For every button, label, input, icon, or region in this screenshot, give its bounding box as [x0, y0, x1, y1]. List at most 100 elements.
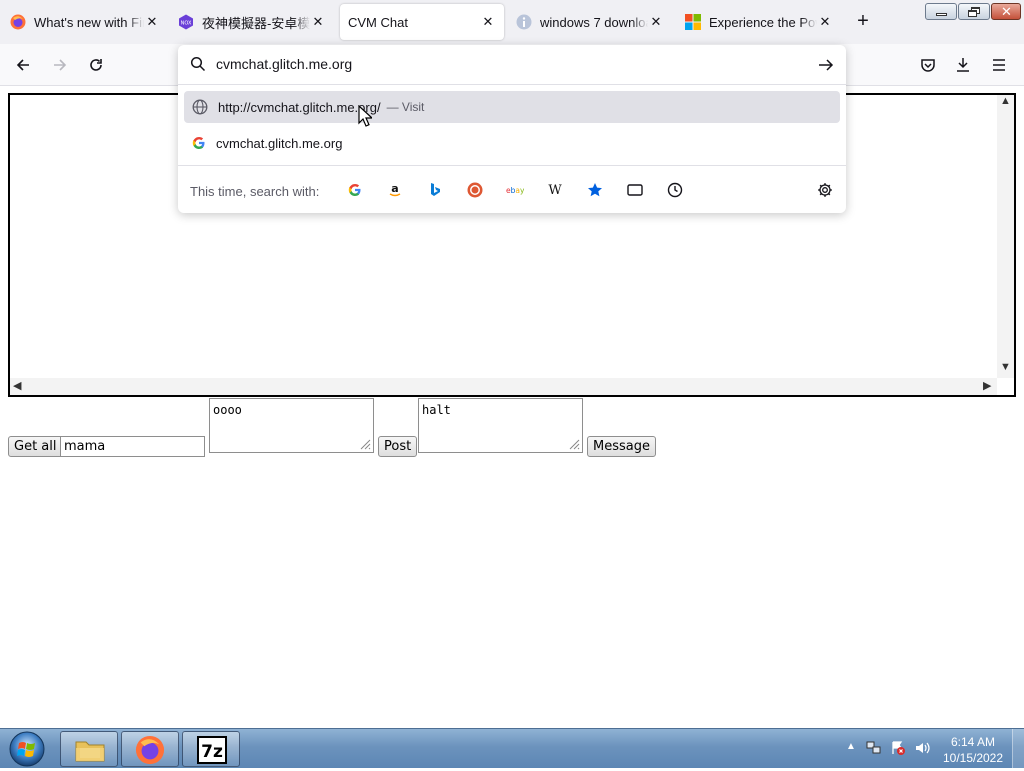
tab-title: CVM Chat	[348, 14, 408, 30]
message-button[interactable]: Message	[587, 436, 656, 457]
star-icon	[588, 183, 602, 197]
post-text: oooo	[213, 403, 242, 417]
tab-cvm-chat[interactable]: CVM Chat ✕	[340, 4, 504, 40]
post-button[interactable]: Post	[378, 436, 418, 457]
search-with-label: This time, search with:	[190, 184, 320, 199]
url-input[interactable]: cvmchat.glitch.me.org	[216, 56, 352, 72]
wikipedia-icon: W	[548, 183, 562, 198]
engine-amazon[interactable]: a	[386, 181, 404, 199]
duckduckgo-icon	[467, 182, 483, 198]
close-icon[interactable]: ✕	[648, 14, 664, 30]
folder-icon	[75, 741, 105, 762]
svg-text:ebay: ebay	[506, 186, 524, 195]
engine-bing[interactable]	[426, 181, 444, 199]
engine-tabs[interactable]	[626, 181, 644, 199]
suggestion-search[interactable]: cvmchat.glitch.me.org	[184, 127, 840, 159]
network-icon[interactable]	[866, 740, 882, 756]
pocket-icon	[921, 59, 935, 72]
taskbar-7zip[interactable]: 7z	[182, 731, 240, 767]
tab-microsoft[interactable]: Experience the Power ✕	[677, 4, 841, 40]
show-hidden-icons-icon[interactable]: ▲	[846, 741, 856, 752]
7zip-icon: 7z	[197, 736, 227, 764]
close-icon[interactable]: ✕	[480, 14, 496, 30]
menu-button[interactable]	[986, 52, 1012, 78]
clock-date: 10/15/2022	[942, 751, 1004, 765]
pocket-button[interactable]	[915, 52, 941, 78]
name-input[interactable]	[60, 436, 205, 457]
nox-icon: NOX	[179, 14, 193, 30]
get-all-button[interactable]: Get all	[8, 436, 63, 457]
suggestion-query: cvmchat.glitch.me.org	[216, 135, 343, 151]
divider	[178, 165, 846, 166]
microsoft-icon	[685, 14, 701, 30]
arrow-left-icon	[16, 59, 29, 71]
tab-nox[interactable]: NOX 夜神模擬器-安卓模擬 ✕	[170, 4, 334, 40]
clock-time: 6:14 AM	[950, 735, 996, 749]
minimize-button[interactable]	[925, 3, 957, 20]
downloads-button[interactable]	[950, 52, 976, 78]
arrow-right-icon	[54, 59, 67, 71]
tab-icon	[627, 184, 643, 196]
taskbar-firefox[interactable]	[121, 731, 179, 767]
engine-google[interactable]	[346, 181, 364, 199]
engine-history[interactable]	[666, 181, 684, 199]
svg-text:NOX: NOX	[181, 21, 192, 27]
tab-whats-new[interactable]: What's new with Firef ✕	[2, 4, 168, 40]
scroll-left-icon[interactable]: ◀	[13, 379, 21, 392]
close-window-button[interactable]: ✕	[991, 3, 1021, 20]
firefox-icon	[10, 14, 26, 30]
taskbar-file-explorer[interactable]	[60, 731, 118, 767]
go-arrow-icon[interactable]	[817, 56, 835, 74]
tab-title: 夜神模擬器-安卓模擬	[202, 15, 310, 31]
resize-grip-icon[interactable]	[569, 439, 580, 450]
action-center-icon[interactable]	[890, 740, 906, 756]
url-bar[interactable]: cvmchat.glitch.me.org	[178, 45, 846, 85]
volume-icon[interactable]	[914, 740, 932, 756]
forward-button[interactable]	[47, 52, 73, 78]
suggestion-visit[interactable]: http://cvmchat.glitch.me.org/ — Visit	[184, 91, 840, 123]
mouse-cursor-icon	[358, 105, 372, 127]
ebay-icon: ebay	[506, 186, 524, 195]
reload-button[interactable]	[83, 52, 109, 78]
resize-grip-icon[interactable]	[360, 439, 371, 450]
post-textarea[interactable]: oooo	[209, 398, 374, 453]
bing-icon	[431, 183, 440, 196]
svg-text:W: W	[548, 183, 562, 198]
scroll-right-icon[interactable]: ▶	[983, 379, 991, 392]
close-icon[interactable]: ✕	[144, 14, 160, 30]
download-icon	[957, 58, 969, 72]
engine-ebay[interactable]: ebay	[506, 181, 524, 199]
suggestion-action: — Visit	[386, 100, 425, 114]
engine-wikipedia[interactable]: W	[546, 181, 564, 199]
svg-text:a: a	[391, 182, 398, 195]
scroll-up-icon[interactable]: ▲	[1000, 95, 1011, 107]
tab-title: Experience the Power	[709, 14, 817, 30]
url-dropdown: cvmchat.glitch.me.org http://cvmchat.gli…	[178, 45, 846, 213]
close-icon[interactable]: ✕	[817, 14, 833, 30]
tab-title: What's new with Firef	[34, 14, 144, 30]
scroll-down-icon[interactable]: ▼	[1000, 361, 1011, 373]
vertical-scrollbar[interactable]: ▲ ▼	[997, 95, 1014, 378]
start-button[interactable]	[4, 730, 50, 768]
clock[interactable]: 6:14 AM 10/15/2022	[937, 734, 1009, 766]
close-icon[interactable]: ✕	[310, 14, 326, 30]
amazon-icon: a	[389, 182, 401, 197]
tab-windows7[interactable]: windows 7 download ✕	[508, 4, 672, 40]
engine-duckduckgo[interactable]	[466, 181, 484, 199]
message-text: halt	[422, 403, 451, 417]
suggestion-url: http://cvmchat.glitch.me.org/	[218, 99, 381, 115]
svg-text:7z: 7z	[201, 742, 223, 762]
new-tab-button[interactable]: +	[853, 11, 873, 32]
show-desktop-button[interactable]	[1012, 729, 1024, 769]
globe-icon	[192, 99, 208, 115]
search-settings-button[interactable]	[816, 181, 834, 199]
gear-icon	[818, 183, 832, 197]
message-textarea[interactable]: halt	[418, 398, 583, 453]
restore-button[interactable]	[958, 3, 990, 20]
back-button[interactable]	[10, 52, 36, 78]
horizontal-scrollbar[interactable]: ◀ ▶	[10, 378, 997, 395]
reload-icon	[90, 59, 102, 71]
search-icon	[190, 56, 206, 72]
engine-bookmarks[interactable]	[586, 181, 604, 199]
clock-icon	[667, 182, 683, 198]
